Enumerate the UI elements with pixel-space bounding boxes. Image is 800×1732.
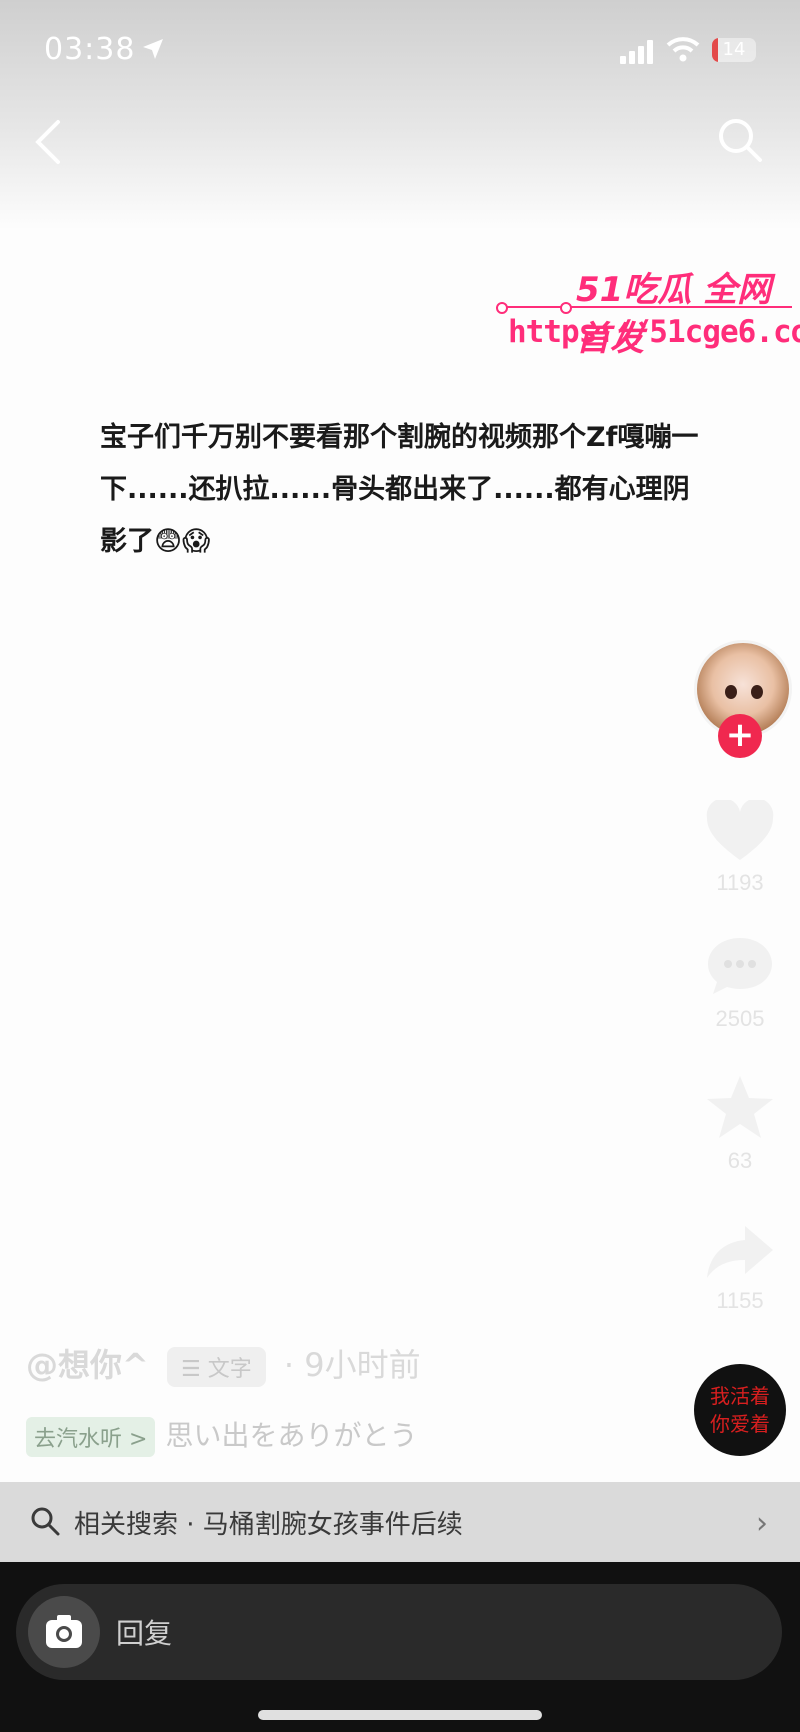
- related-search-bar[interactable]: 相关搜索 · 马桶割腕女孩事件后续 ›: [0, 1482, 800, 1562]
- post-time: 9小时前: [304, 1346, 421, 1384]
- follow-button[interactable]: +: [718, 714, 762, 758]
- chevron-right-icon: ›: [756, 1506, 768, 1541]
- text-tag-label: 文字: [207, 1357, 252, 1382]
- like-button[interactable]: 1193: [700, 798, 780, 896]
- home-indicator: [258, 1710, 542, 1720]
- separator-dot: ·: [283, 1346, 295, 1384]
- reply-input[interactable]: 回复: [16, 1584, 782, 1680]
- comment-icon: [708, 938, 772, 994]
- related-search-text: 相关搜索 · 马桶割腕女孩事件后续: [74, 1510, 463, 1540]
- search-icon[interactable]: [716, 116, 764, 164]
- list-icon: ☰: [181, 1357, 208, 1382]
- watermark: 51吃瓜 全网首发 https://51cge6.com: [496, 262, 800, 362]
- music-disc[interactable]: 我活着 你爱着: [694, 1364, 786, 1456]
- reply-placeholder: 回复: [116, 1617, 173, 1650]
- share-button[interactable]: 1155: [700, 1224, 780, 1314]
- comment-count: 2505: [715, 1006, 765, 1031]
- location-arrow-icon: [143, 39, 163, 59]
- status-bar: 03:38 14: [0, 30, 800, 70]
- camera-icon: [46, 1615, 82, 1648]
- battery-level: 14: [722, 39, 746, 60]
- video-meta: @想你^ ☰ 文字 · 9小时前: [26, 1340, 666, 1387]
- favorite-button[interactable]: 63: [700, 1074, 780, 1174]
- heart-icon: [706, 798, 774, 860]
- status-time: 03:38: [44, 32, 136, 67]
- post-text: 宝子们千万别不要看那个割腕的视频那个Zf嘎嘣一下......还扒拉......骨…: [100, 422, 699, 557]
- wifi-icon: [666, 37, 700, 62]
- battery-indicator: 14: [712, 38, 756, 62]
- disc-line-2: 你爱着: [710, 1412, 770, 1436]
- reply-area: 回复: [0, 1562, 800, 1732]
- share-arrow-icon: [707, 1226, 773, 1278]
- text-tag[interactable]: ☰ 文字: [167, 1347, 266, 1387]
- like-count: 1193: [716, 870, 764, 895]
- comment-button[interactable]: 2505: [700, 934, 780, 1032]
- search-icon: [31, 1507, 60, 1536]
- listen-in-app-link[interactable]: 去汽水听 >: [26, 1417, 156, 1457]
- watermark-url: https://51cge6.com: [508, 314, 800, 350]
- back-icon[interactable]: [30, 118, 66, 166]
- watermark-divider: [496, 302, 792, 314]
- song-title: 思い出をありがとう: [165, 1419, 418, 1452]
- disc-line-1: 我活着: [710, 1384, 770, 1408]
- share-count: 1155: [716, 1288, 764, 1313]
- camera-button[interactable]: [28, 1596, 100, 1668]
- author-username[interactable]: @想你^: [26, 1346, 149, 1384]
- avatar-eye-left: [725, 685, 737, 699]
- music-row[interactable]: 去汽水听 > 思い出をありがとう: [26, 1414, 417, 1457]
- avatar-eye-right: [751, 685, 763, 699]
- cellular-signal-icon: [620, 40, 653, 64]
- favorite-count: 63: [727, 1148, 753, 1173]
- star-icon: [707, 1076, 773, 1138]
